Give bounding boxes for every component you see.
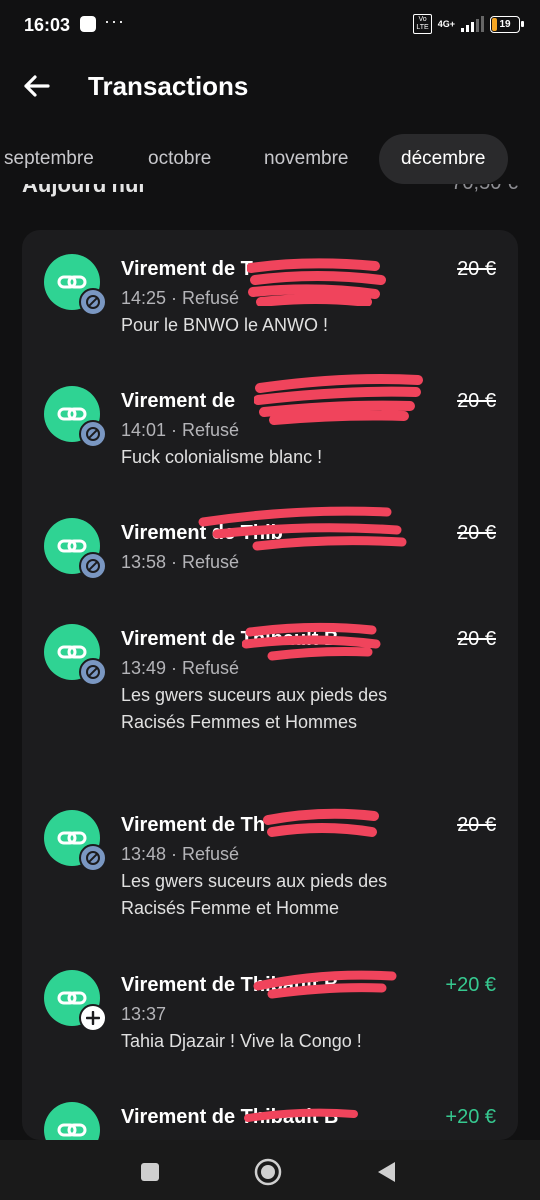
home-button[interactable] [248, 1152, 288, 1192]
transaction-row[interactable]: Virement de Thibault B 13:49 · Refusé Le… [22, 616, 518, 776]
transaction-amount: +20 € [445, 1106, 496, 1128]
transaction-note: Les gwers suceurs aux pieds des Racisés … [121, 871, 388, 918]
transaction-amount: 20 € [457, 814, 496, 836]
link-icon [57, 991, 87, 1005]
link-icon [57, 831, 87, 845]
transaction-amount: 20 € [457, 390, 496, 412]
system-nav-bar [0, 1140, 540, 1200]
transaction-meta: 13:49 · Refusé [121, 658, 240, 678]
header: Transactions [0, 58, 540, 118]
home-circle-icon [254, 1158, 282, 1186]
plus-icon [86, 1011, 100, 1025]
volte-icon: Vo LTE [413, 14, 432, 34]
transaction-title: Virement de Thibault B [121, 628, 339, 650]
back-button[interactable] [18, 68, 54, 104]
received-badge [79, 1004, 107, 1032]
transaction-amount: 20 € [457, 522, 496, 544]
status-bar: 16:03 ··· Vo LTE 4G+ 19 [0, 0, 540, 52]
tab-octobre[interactable]: octobre [126, 134, 233, 184]
transaction-title: Virement de Thibault B [121, 1106, 339, 1128]
tab-novembre[interactable]: novembre [242, 134, 371, 184]
link-icon [57, 275, 87, 289]
tab-septembre[interactable]: septembre [0, 134, 116, 184]
transaction-row[interactable]: Virement de Thibault B 13:37 Tahia Djaza… [22, 962, 518, 1072]
refused-badge [79, 288, 107, 316]
transaction-row[interactable]: Virement de Thib 13:58 · Refusé 20 € [22, 506, 518, 590]
transaction-title: Virement de [121, 390, 236, 412]
transaction-note: Tahia Djazair ! Vive la Congo ! [121, 1031, 362, 1051]
battery-level: 19 [499, 18, 511, 30]
transaction-row[interactable]: Virement de T 14:25 · Refusé Pour le BNW… [22, 246, 518, 362]
link-icon [57, 645, 87, 659]
transaction-meta: 13:58 · Refusé [121, 552, 240, 572]
redaction-mark [263, 808, 379, 837]
section-date-label: Aujourd'hui [22, 184, 145, 197]
notification-icon [80, 16, 96, 32]
transaction-row[interactable]: Virement de Th 13:48 · Refusé Les gwers … [22, 802, 518, 930]
link-icon [57, 539, 87, 553]
transaction-amount: 20 € [457, 258, 496, 280]
transactions-list: Virement de T 14:25 · Refusé Pour le BNW… [22, 230, 518, 1140]
back-nav-button[interactable] [366, 1152, 406, 1192]
triangle-back-icon [378, 1162, 395, 1182]
month-tabs: septembre octobre novembre décembre [0, 134, 540, 186]
redaction-mark [247, 258, 386, 306]
transaction-amount: +20 € [445, 974, 496, 996]
section-total: 70,50 € [451, 184, 518, 195]
arrow-left-icon [24, 75, 50, 97]
status-time: 16:03 [24, 15, 71, 35]
refused-badge [79, 658, 107, 686]
page-title: Transactions [88, 71, 249, 101]
transaction-row[interactable]: Virement de Thibault B +20 € [22, 1094, 518, 1140]
transaction-meta: 13:37 [121, 1004, 167, 1024]
transaction-note: Pour le BNWO le ANWO ! [121, 315, 329, 335]
signal-icon [461, 16, 484, 32]
link-icon [57, 407, 87, 421]
status-indicators: Vo LTE 4G+ 19 [413, 14, 524, 34]
transaction-title: Virement de Thibault B [121, 974, 339, 996]
blocked-icon [86, 559, 100, 573]
tab-decembre[interactable]: décembre [379, 134, 508, 184]
refused-badge [79, 844, 107, 872]
blocked-icon [86, 427, 100, 441]
transaction-title: Virement de Thib [121, 522, 283, 544]
square-icon [141, 1163, 159, 1181]
transfer-avatar [44, 1102, 100, 1140]
link-icon [57, 1123, 87, 1137]
blocked-icon [86, 665, 100, 679]
transaction-meta: 13:48 · Refusé [121, 844, 240, 864]
redaction-mark [254, 374, 423, 425]
transaction-meta: 14:01 · Refusé [121, 420, 240, 440]
refused-badge [79, 552, 107, 580]
blocked-icon [86, 851, 100, 865]
more-notifications-icon: ··· [104, 11, 125, 31]
section-header: Aujourd'hui 70,50 € [0, 184, 540, 206]
transaction-note: Les gwers suceurs aux pieds des Racisés … [121, 685, 388, 732]
blocked-icon [86, 295, 100, 309]
battery-icon: 19 [490, 15, 524, 33]
transaction-row[interactable]: Virement de 14:01 · Refusé Fuck colonial… [22, 374, 518, 494]
transaction-note: Fuck colonialisme blanc ! [121, 447, 323, 467]
transaction-amount: 20 € [457, 628, 496, 650]
refused-badge [79, 420, 107, 448]
transaction-meta: 14:25 · Refusé [121, 288, 240, 308]
transaction-title: Virement de T [121, 258, 253, 280]
recent-apps-button[interactable] [130, 1152, 170, 1192]
network-type-label: 4G+ [437, 18, 455, 29]
transaction-title: Virement de Th [121, 814, 266, 836]
